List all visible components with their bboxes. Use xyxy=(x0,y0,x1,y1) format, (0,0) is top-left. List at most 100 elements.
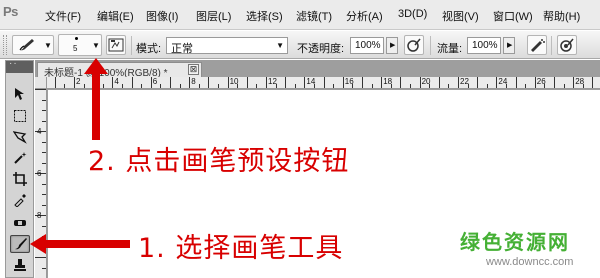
flow-value: 100% xyxy=(472,40,498,51)
flow-slider-button[interactable]: ▶ xyxy=(503,37,515,54)
ruler-tick xyxy=(438,77,440,88)
ruler-tick xyxy=(42,110,46,111)
ruler-tick xyxy=(592,77,594,88)
ruler-tick xyxy=(534,77,536,88)
document-tab[interactable]: 未标题-1 @ 100%(RGB/8) * ⊠ xyxy=(37,62,202,79)
menu-help[interactable]: 帮助(H) xyxy=(543,8,580,24)
marquee-tool[interactable] xyxy=(10,107,30,125)
airbrush-icon xyxy=(531,39,545,52)
ruler-tick xyxy=(35,89,46,90)
mode-select[interactable]: 正常 ▼ xyxy=(166,37,288,55)
ruler-tick xyxy=(323,77,325,88)
chevron-down-icon: ▼ xyxy=(44,41,52,50)
ruler-tick xyxy=(458,77,459,88)
menu-select[interactable]: 选择(S) xyxy=(246,8,283,24)
ruler-label: 20 xyxy=(421,77,431,86)
ruler-tick xyxy=(266,77,267,88)
ruler-tick xyxy=(486,84,488,88)
ruler-tick xyxy=(42,225,46,227)
ruler-tick xyxy=(54,77,56,88)
ruler-label: 22 xyxy=(460,77,469,86)
menu-layer[interactable]: 图层(L) xyxy=(196,8,231,24)
eyedropper-icon xyxy=(14,194,26,207)
bandage-icon xyxy=(14,220,26,226)
ruler-tick xyxy=(333,84,335,88)
opacity-input[interactable]: 100% xyxy=(350,37,384,54)
ruler-tick xyxy=(218,84,219,88)
ruler-tick xyxy=(410,84,411,88)
ruler-label: 24 xyxy=(498,77,508,86)
ruler-tick xyxy=(563,84,565,88)
clone-stamp-tool[interactable] xyxy=(10,256,30,274)
ruler-label: 4 xyxy=(114,77,119,86)
ruler-tick xyxy=(42,141,46,143)
healing-brush-tool[interactable] xyxy=(10,214,30,232)
menu-window[interactable]: 窗口(W) xyxy=(493,8,533,24)
caret-right-icon: ▶ xyxy=(390,42,396,49)
ruler-label: 2 xyxy=(76,77,81,86)
brush-tool[interactable] xyxy=(10,235,30,253)
step-1-annotation: 1. 选择画笔工具 xyxy=(138,233,344,264)
ruler-tick xyxy=(189,77,191,88)
quick-selection-tool[interactable] xyxy=(10,149,30,167)
ruler-label: 6 xyxy=(37,169,42,178)
opacity-label: 不透明度: xyxy=(297,43,345,55)
menu-file[interactable]: 文件(F) xyxy=(45,8,81,24)
move-icon xyxy=(15,88,24,100)
brush-icon xyxy=(14,238,27,250)
ruler-tick xyxy=(42,194,46,195)
ruler-tick xyxy=(42,162,46,164)
watermark-logo: 绿色资源网 xyxy=(460,232,570,254)
ruler-tick xyxy=(246,77,248,88)
ruler-tick xyxy=(227,77,229,88)
crop-tool[interactable] xyxy=(10,170,30,188)
watermark-url: www.downcc.com xyxy=(486,256,574,268)
options-bar: ▼ 5 ▼ 模式: 正常 ▼ 不透明度: 100% ▶ 流量: 100% ▶ xyxy=(0,31,600,59)
ruler-tick xyxy=(381,77,383,88)
brush-preset-picker-button[interactable]: 5 ▼ xyxy=(58,34,102,56)
ruler-tick xyxy=(515,77,517,88)
menu-filter[interactable]: 滤镜(T) xyxy=(296,8,332,24)
ruler-tick xyxy=(419,77,421,88)
ruler-tick xyxy=(208,77,210,88)
eyedropper-tool[interactable] xyxy=(10,191,30,209)
opacity-slider-button[interactable]: ▶ xyxy=(386,37,398,54)
airbrush-button[interactable] xyxy=(527,35,547,55)
tool-preset-picker[interactable]: ▼ xyxy=(12,35,54,55)
tablet-pressure-opacity-button[interactable] xyxy=(404,35,424,55)
menu-edit[interactable]: 编辑(E) xyxy=(97,8,134,24)
ruler-tick xyxy=(362,77,363,88)
menu-3d[interactable]: 3D(D) xyxy=(398,8,427,20)
ruler-tick xyxy=(525,84,527,88)
ruler-tick xyxy=(294,84,296,88)
tools-panel-header[interactable]: ·· xyxy=(6,58,33,73)
close-icon[interactable]: ⊠ xyxy=(188,64,199,75)
move-tool[interactable] xyxy=(10,85,30,103)
lasso-tool[interactable] xyxy=(10,128,30,146)
ruler-label: 16 xyxy=(344,77,354,86)
panel-grip[interactable] xyxy=(3,35,7,55)
ruler-label: 4 xyxy=(37,127,42,136)
menu-analysis[interactable]: 分析(A) xyxy=(346,8,383,24)
ruler-tick xyxy=(112,77,114,88)
ruler-tick xyxy=(42,120,46,122)
ruler-tick xyxy=(131,77,133,88)
ruler-tick xyxy=(170,77,171,88)
separator xyxy=(551,36,552,55)
ruler-tick xyxy=(42,152,46,153)
flow-input[interactable]: 100% xyxy=(467,37,501,54)
tablet-pressure-size-button[interactable] xyxy=(557,35,577,55)
brush-size-value: 5 xyxy=(73,44,78,53)
flow-label: 流量: xyxy=(437,43,463,55)
pen-pressure-icon xyxy=(560,38,574,52)
ruler-label: 26 xyxy=(536,77,546,86)
toggle-brush-panel-button[interactable] xyxy=(106,35,126,55)
menu-image[interactable]: 图像(I) xyxy=(146,8,178,24)
ruler-tick xyxy=(371,84,373,88)
ruler-tick xyxy=(285,77,287,88)
menu-view[interactable]: 视图(V) xyxy=(442,8,479,24)
ruler-label: 28 xyxy=(575,77,585,86)
separator xyxy=(430,36,431,55)
horizontal-ruler[interactable]: 2 4 6 8 10 12 14 16 18 20 22 24 26 28 xyxy=(47,77,600,89)
ruler-origin[interactable] xyxy=(35,77,47,89)
